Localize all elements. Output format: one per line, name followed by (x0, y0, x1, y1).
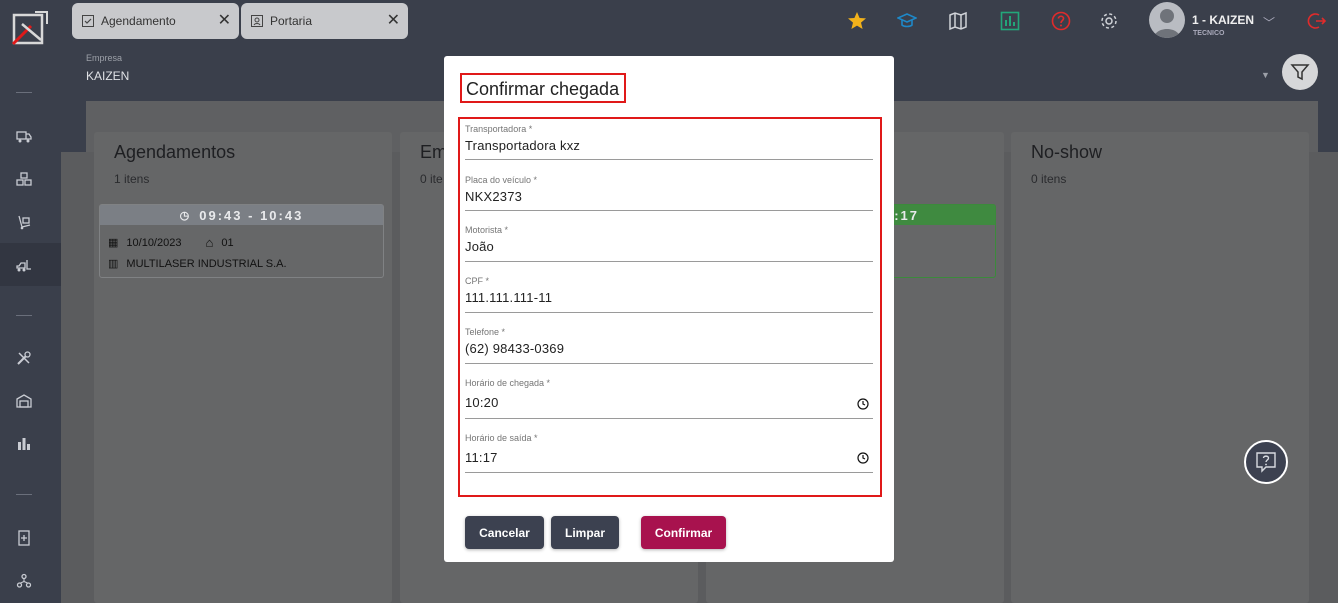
field-label: Telefone * (465, 327, 506, 337)
filter-button[interactable] (1282, 54, 1318, 90)
field-value[interactable]: 11:17 (465, 450, 873, 465)
motorista-field[interactable]: Motorista * João (465, 225, 873, 262)
caret-down-icon[interactable]: ▼ (1261, 70, 1270, 80)
filter-icon (1290, 64, 1310, 81)
calendar-icon: ▦ (108, 237, 119, 249)
field-value[interactable]: Transportadora kxz (465, 138, 873, 153)
tools-icon[interactable] (12, 346, 36, 370)
chart-bars-icon[interactable] (12, 432, 36, 456)
factory-icon: ▥ (108, 258, 119, 270)
close-icon[interactable]: ✕ (387, 12, 400, 30)
graduation-cap-icon[interactable] (895, 9, 919, 33)
horario-chegada-field[interactable]: Horário de chegada * 10:20 (465, 378, 873, 419)
column-no-show: No-show 0 itens (1011, 132, 1309, 603)
field-label: Horário de saída * (465, 433, 538, 443)
sidebar-separator (16, 92, 32, 93)
logout-icon[interactable] (1305, 9, 1329, 33)
field-value[interactable]: João (465, 239, 873, 254)
empresa-label: Empresa (86, 53, 123, 63)
warehouse-icon[interactable] (12, 389, 36, 413)
star-icon[interactable] (845, 9, 869, 33)
card-company: MULTILASER INDUSTRIAL S.A. (126, 257, 287, 270)
column-title: No-show (1031, 142, 1103, 162)
add-document-icon[interactable] (12, 526, 36, 550)
dialog-title: Confirmar chegada (460, 73, 626, 103)
placa-veiculo-field[interactable]: Placa do veículo * NKX2373 (465, 175, 873, 211)
card-date: 10/10/2023 (126, 236, 182, 249)
help-chat-icon (1256, 452, 1276, 473)
field-value[interactable]: 111.111.111-11 (465, 290, 873, 305)
arrival-form: Transportadora * Transportadora kxz Plac… (458, 117, 882, 497)
clear-button[interactable]: Limpar (551, 516, 619, 549)
field-label: CPF * (465, 276, 490, 286)
help-chat-button[interactable] (1244, 440, 1288, 484)
column-count: 1 itens (114, 172, 150, 186)
field-value[interactable]: 10:20 (465, 395, 873, 410)
cpf-field[interactable]: CPF * 111.111.111-11 (465, 276, 873, 313)
cancel-button[interactable]: Cancelar (465, 516, 544, 549)
close-icon[interactable]: ✕ (218, 12, 231, 30)
column-count: 0 itens (1031, 172, 1067, 186)
clock-icon[interactable] (857, 452, 869, 464)
card-time: :17 (894, 207, 919, 223)
transportadora-field[interactable]: Transportadora * Transportadora kxz (465, 124, 873, 160)
map-icon[interactable] (946, 9, 970, 33)
field-label: Motorista * (465, 225, 509, 235)
report-chart-icon[interactable] (998, 9, 1022, 33)
user-name[interactable]: 1 - KAIZEN (1192, 13, 1254, 27)
checkbox-icon (82, 15, 94, 27)
chevron-down-icon[interactable]: ﹀ (1263, 14, 1275, 31)
gear-icon[interactable] (1097, 9, 1121, 33)
card-time-header: ◷ 09:43 - 10:43 (100, 205, 383, 225)
confirm-arrival-dialog: Confirmar chegada Transportadora * Trans… (444, 56, 894, 562)
field-value[interactable]: (62) 98433-0369 (465, 341, 873, 356)
network-icon[interactable] (12, 569, 36, 593)
dock-icon: ⌂ (205, 235, 214, 250)
tab-agendamento[interactable]: Agendamento ✕ (72, 3, 239, 39)
tab-label: Agendamento (101, 14, 176, 28)
field-value[interactable]: NKX2373 (465, 189, 873, 204)
app-logo-icon[interactable] (9, 8, 49, 48)
confirm-button[interactable]: Confirmar (641, 516, 726, 549)
clock-icon: ◷ (179, 209, 192, 222)
sidebar-separator (16, 494, 32, 495)
column-title: Em (420, 142, 447, 162)
column-title: Agendamentos (114, 142, 236, 162)
boxes-icon[interactable] (12, 167, 36, 191)
field-label: Transportadora * (465, 124, 533, 134)
card-dock: 01 (221, 236, 234, 249)
sidebar (0, 0, 61, 603)
avatar[interactable] (1149, 2, 1185, 38)
truck-icon[interactable] (12, 124, 36, 148)
column-count: 0 ite (420, 172, 443, 186)
clock-icon[interactable] (857, 398, 869, 410)
field-label: Horário de chegada * (465, 378, 551, 388)
column-agendamentos: Agendamentos 1 itens (94, 132, 392, 603)
empresa-select[interactable]: KAIZEN (86, 69, 129, 83)
dolly-icon[interactable] (12, 210, 36, 234)
card-row-date: ▦ 10/10/2023 ⌂ 01 (108, 235, 234, 250)
forklift-icon[interactable] (12, 253, 36, 277)
card-row-company: ▥ MULTILASER INDUSTRIAL S.A. (108, 257, 287, 271)
card-time: 09:43 - 10:43 (199, 207, 304, 223)
horario-saida-field[interactable]: Horário de saída * 11:17 (465, 433, 873, 473)
tab-label: Portaria (270, 14, 313, 28)
appointment-card[interactable]: ◷ 09:43 - 10:43 ▦ 10/10/2023 ⌂ 01 ▥ MULT… (99, 204, 384, 278)
help-question-icon[interactable] (1049, 9, 1073, 33)
user-role: TECNICO (1193, 30, 1225, 37)
tab-portaria[interactable]: Portaria ✕ (241, 3, 408, 39)
sidebar-separator (16, 315, 32, 316)
badge-icon (251, 15, 263, 27)
field-label: Placa do veículo * (465, 175, 538, 185)
telefone-field[interactable]: Telefone * (62) 98433-0369 (465, 327, 873, 364)
